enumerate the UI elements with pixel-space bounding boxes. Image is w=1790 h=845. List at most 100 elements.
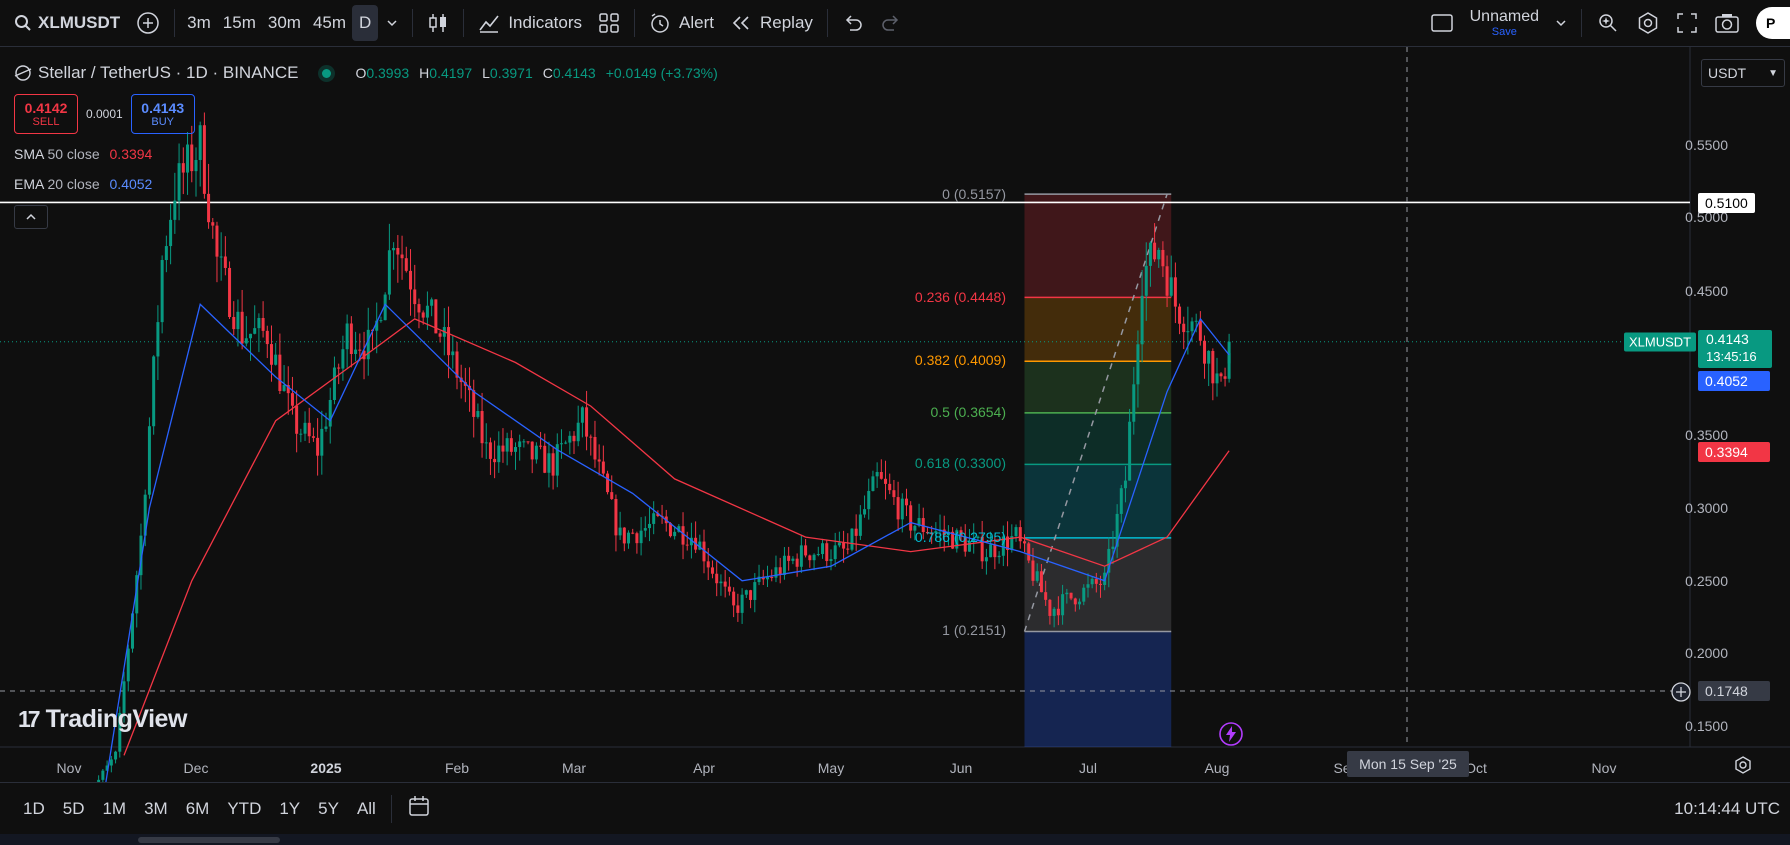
chart-settings-button[interactable] [1733, 755, 1755, 777]
candle-body [568, 435, 572, 443]
add-alert-button[interactable] [1670, 681, 1692, 703]
candle-body [219, 256, 223, 258]
utc-clock[interactable]: 10:14:44 UTC [1674, 799, 1780, 819]
candle-body [396, 248, 400, 255]
camera-icon [1715, 14, 1739, 33]
candle-body [1073, 598, 1077, 605]
go-to-date-button[interactable] [398, 794, 440, 823]
candle-body [993, 544, 997, 558]
templates-button[interactable] [590, 0, 628, 46]
candle-body [530, 441, 534, 460]
range-1y[interactable]: 1Y [270, 799, 309, 819]
interval-dropdown[interactable] [378, 0, 406, 46]
save-link[interactable]: Save [1492, 26, 1517, 38]
interval-30m[interactable]: 30m [262, 0, 307, 46]
chart-pane[interactable]: Stellar / TetherUS · 1D · BINANCE O0.399… [0, 47, 1790, 782]
candle-body [534, 445, 538, 460]
candle-body [387, 250, 391, 295]
candle-body [1014, 527, 1018, 537]
fullscreen-button[interactable] [1668, 0, 1706, 46]
sell-button[interactable]: 0.4142 SELL [14, 94, 78, 134]
interval-3m[interactable]: 3m [181, 0, 217, 46]
publish-label: P [1756, 7, 1790, 39]
range-ytd[interactable]: YTD [218, 799, 270, 819]
undo-button[interactable] [834, 0, 872, 46]
sell-label: SELL [32, 116, 60, 128]
replay-button[interactable]: Replay [722, 0, 821, 46]
candle-body [493, 458, 497, 463]
interval-15m[interactable]: 15m [217, 0, 262, 46]
candle-body [341, 349, 345, 369]
fib-level-label: 0.618 (0.3300) [914, 455, 1006, 471]
fib-extension-zone [1024, 631, 1172, 747]
chevron-down-icon: ▼ [1768, 67, 1778, 79]
chart-type-button[interactable] [419, 0, 457, 46]
candle-body [207, 193, 211, 223]
candle-body [186, 144, 190, 173]
candle-body [673, 531, 677, 537]
candle-body [324, 426, 328, 429]
candle-body [1132, 384, 1136, 422]
lightning-icon[interactable] [1218, 721, 1244, 747]
interval-45m[interactable]: 45m [307, 0, 352, 46]
horizontal-scrollbar[interactable] [0, 834, 1790, 845]
price-tick: 0.3500 [1685, 427, 1728, 443]
candle-body [1094, 578, 1098, 584]
scrollbar-thumb[interactable] [138, 837, 280, 843]
range-3m[interactable]: 3M [135, 799, 177, 819]
interval-d[interactable]: D [352, 5, 379, 41]
candle-body [1186, 331, 1190, 333]
snapshot-button[interactable] [1706, 0, 1748, 46]
range-5d[interactable]: 5D [54, 799, 94, 819]
range-all[interactable]: All [348, 799, 385, 819]
publish-button[interactable]: P [1748, 0, 1790, 46]
spread-value: 0.0001 [86, 107, 123, 121]
candle-body [1065, 592, 1069, 595]
range-5y[interactable]: 5Y [309, 799, 348, 819]
close-key: C [542, 65, 553, 81]
quick-search-button[interactable] [1588, 0, 1628, 46]
range-1d[interactable]: 1D [14, 799, 54, 819]
collapse-legend-button[interactable] [14, 205, 48, 229]
indicator-ema[interactable]: EMA 20 close 0.4052 [14, 176, 152, 192]
indicators-button[interactable]: Indicators [470, 0, 590, 46]
divider [390, 794, 392, 823]
layout-select-checkbox[interactable] [1422, 0, 1462, 46]
range-1m[interactable]: 1M [93, 799, 135, 819]
settings-button[interactable] [1628, 0, 1668, 46]
time-tick: Dec [183, 760, 209, 776]
layout-name: Unnamed [1469, 7, 1539, 25]
time-tick: May [817, 760, 845, 776]
symbol-search[interactable]: XLMUSDT [0, 0, 128, 46]
candle-body [240, 311, 244, 344]
open-value: 0.3993 [366, 65, 410, 81]
price-chart[interactable] [0, 47, 1790, 782]
candle-body [837, 542, 841, 546]
indicator-sma[interactable]: SMA 50 close 0.3394 [14, 146, 152, 162]
candle-body [799, 545, 803, 567]
indicator-value: 0.3394 [109, 146, 153, 162]
candle-body [719, 581, 723, 584]
layout-name-button[interactable]: Unnamed Save [1462, 0, 1547, 46]
price-tick: 0.4500 [1685, 283, 1728, 299]
rewind-icon [732, 16, 749, 30]
candle-body [1048, 599, 1052, 616]
candle-body [892, 490, 896, 498]
candle-body [156, 322, 160, 357]
candle-body [152, 356, 156, 427]
top-toolbar: XLMUSDT 3m 15m 30m 45m D Indicators Aler… [0, 0, 1790, 47]
buy-price: 0.4143 [141, 100, 185, 116]
market-status-icon[interactable] [322, 68, 332, 78]
compare-symbol-button[interactable] [128, 0, 168, 46]
range-6m[interactable]: 6M [177, 799, 219, 819]
alert-button[interactable]: Alert [641, 0, 722, 46]
candle-body [710, 567, 714, 574]
candle-body [480, 411, 484, 444]
candle-body [1148, 242, 1152, 266]
layout-dropdown[interactable] [1547, 0, 1575, 46]
currency-select[interactable]: USDT ▼ [1701, 59, 1785, 87]
fib-level-label: 0 (0.5157) [942, 186, 1006, 202]
buy-button[interactable]: 0.4143 BUY [130, 94, 195, 134]
redo-button[interactable] [872, 0, 910, 46]
candle-body [337, 367, 341, 369]
